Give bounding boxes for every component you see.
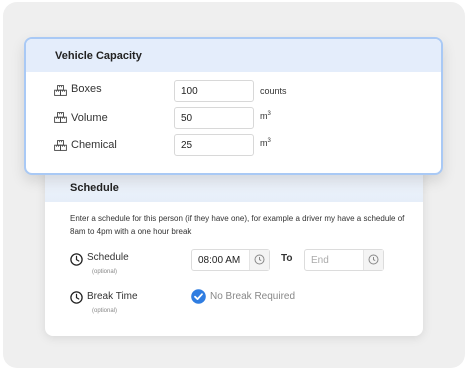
- schedule-optional-label: (optional): [92, 269, 118, 275]
- clock-icon: [70, 291, 83, 304]
- end-time-field[interactable]: End: [304, 249, 384, 271]
- volume-unit-text: m: [260, 111, 268, 121]
- chemical-unit-sup: 3: [267, 138, 271, 144]
- no-break-label[interactable]: No Break Required: [210, 291, 295, 302]
- chemical-unit: m3: [260, 138, 271, 148]
- schedule-label: Schedule: [87, 252, 129, 263]
- clock-icon: [254, 254, 265, 265]
- vehicle-capacity-card: Vehicle Capacity Boxes 100 counts Volume…: [24, 37, 443, 175]
- chemical-label: Chemical: [71, 139, 117, 151]
- to-label: To: [281, 253, 293, 264]
- chemical-unit-text: m: [260, 138, 268, 148]
- boxes-icon: [54, 140, 67, 151]
- clock-icon: [368, 254, 379, 265]
- schedule-description: Enter a schedule for this person (if the…: [70, 214, 405, 236]
- schedule-card: Schedule Enter a schedule for this perso…: [45, 150, 423, 336]
- boxes-icon: [54, 112, 67, 123]
- volume-label: Volume: [71, 112, 108, 124]
- no-break-checkbox[interactable]: [191, 289, 206, 304]
- clock-icon: [70, 253, 83, 266]
- volume-input[interactable]: 50: [174, 107, 254, 129]
- volume-unit-sup: 3: [267, 111, 271, 117]
- volume-unit: m3: [260, 111, 271, 121]
- break-optional-label: (optional): [92, 308, 118, 314]
- chemical-input[interactable]: 25: [174, 134, 254, 156]
- start-time-value: 08:00 AM: [198, 255, 241, 266]
- start-time-clock-button[interactable]: [249, 250, 269, 270]
- boxes-unit-text: counts: [260, 86, 287, 96]
- boxes-unit: counts: [260, 86, 287, 96]
- capacity-title: Vehicle Capacity: [55, 50, 142, 62]
- schedule-title: Schedule: [70, 182, 119, 194]
- boxes-label: Boxes: [71, 83, 102, 95]
- boxes-icon: [54, 85, 67, 96]
- start-time-field[interactable]: 08:00 AM: [191, 249, 270, 271]
- end-time-placeholder: End: [311, 255, 329, 266]
- volume-value: 50: [181, 113, 193, 124]
- end-time-clock-button[interactable]: [363, 250, 383, 270]
- boxes-input[interactable]: 100: [174, 80, 254, 102]
- break-time-label: Break Time: [87, 291, 138, 302]
- boxes-value: 100: [181, 86, 198, 97]
- chemical-value: 25: [181, 140, 193, 151]
